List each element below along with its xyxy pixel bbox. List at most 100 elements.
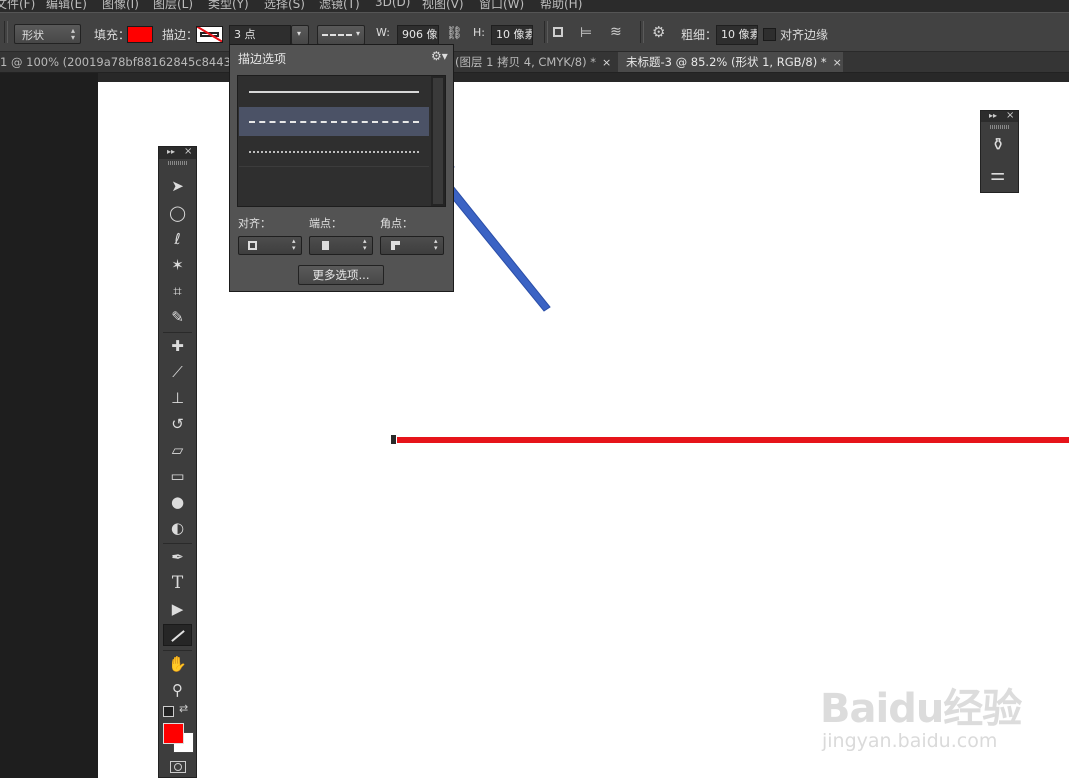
- gear-icon[interactable]: ⚙: [652, 25, 665, 40]
- menu-edit[interactable]: 编辑(E): [46, 0, 87, 12]
- blur-tool-icon[interactable]: ●: [163, 491, 192, 513]
- fill-label: 填充：: [94, 28, 131, 42]
- menu-image[interactable]: 图像(I): [102, 0, 139, 12]
- menu-select[interactable]: 选择(S): [264, 0, 305, 12]
- move-tool-icon[interactable]: ➤: [163, 175, 192, 197]
- tool-separator: [163, 332, 192, 333]
- brush-tool-icon[interactable]: ⟋: [163, 361, 192, 383]
- type-tool-icon[interactable]: T: [163, 572, 192, 594]
- eraser-tool-icon[interactable]: ▱: [163, 439, 192, 461]
- watermark-url: jingyan.baidu.com: [822, 730, 998, 752]
- mode-select[interactable]: 形状 ▴ ▾: [14, 24, 81, 44]
- stroke-style-dotted[interactable]: [239, 137, 429, 166]
- expand-icon[interactable]: ▸▸: [167, 147, 175, 156]
- path-selection-tool-icon[interactable]: ▶: [163, 598, 192, 620]
- panel-grip[interactable]: [168, 161, 187, 165]
- tab-label: 未标题-3 @ 85.2% (形状 1, RGB/8) *: [626, 55, 827, 69]
- menu-view[interactable]: 视图(V): [422, 0, 464, 12]
- menu-window[interactable]: 窗口(W): [479, 0, 524, 12]
- stroke-style-solid[interactable]: [239, 77, 429, 106]
- menu-layer[interactable]: 图层(L): [153, 0, 193, 12]
- close-icon[interactable]: ×: [833, 56, 842, 69]
- more-options-button[interactable]: 更多选项...: [298, 265, 384, 285]
- path-operations-icon[interactable]: [553, 27, 563, 37]
- crop-tool-icon[interactable]: ⌗: [163, 280, 192, 302]
- menu-3d[interactable]: 3D(D): [375, 0, 410, 9]
- list-divider: [239, 166, 429, 167]
- tool-separator: [163, 543, 192, 544]
- default-colors-icon[interactable]: [163, 706, 174, 717]
- menu-file[interactable]: 文件(F): [0, 0, 35, 12]
- gradient-tool-icon[interactable]: ▭: [163, 465, 192, 487]
- menu-filter[interactable]: 滤镜(T): [319, 0, 360, 12]
- stroke-width-dropdown[interactable]: ▾: [291, 25, 309, 45]
- quick-mask-icon[interactable]: [170, 761, 186, 773]
- tab-document-2[interactable]: (图层 1 拷贝 4, CMYK/8) * ×: [452, 52, 619, 72]
- brush-presets-icon[interactable]: ⚱: [991, 135, 1005, 155]
- mode-select-value: 形状: [22, 29, 44, 42]
- tab-document-3[interactable]: 未标题-3 @ 85.2% (形状 1, RGB/8) * ×: [618, 52, 843, 72]
- tools-panel-header[interactable]: ▸▸ ×: [159, 146, 196, 159]
- path-arrangement-icon[interactable]: ≋: [610, 25, 622, 39]
- panel-grip[interactable]: [990, 125, 1009, 129]
- width-input[interactable]: 906 像素: [397, 25, 439, 45]
- height-input[interactable]: 10 像素: [491, 25, 533, 45]
- stroke-slash-icon: [197, 27, 222, 42]
- weight-input[interactable]: 10 像素: [716, 25, 758, 45]
- tab-label: (图层 1 拷贝 4, CMYK/8) *: [455, 55, 596, 69]
- tools-panel: ▸▸ × ➤ ◯ ℓ ✶ ⌗ ✎ ✚ ⟋ ⊥ ↺ ▱ ▭ ● ◐ ✒ T ▶ ✋…: [158, 146, 197, 778]
- butt-cap-icon: [322, 241, 329, 250]
- menu-type[interactable]: 类型(Y): [208, 0, 249, 12]
- updown-icon: ▴ ▾: [363, 237, 367, 252]
- line-tool-icon[interactable]: [163, 624, 192, 646]
- lasso-tool-icon[interactable]: ℓ: [163, 228, 192, 250]
- close-icon[interactable]: ×: [184, 146, 192, 157]
- dock-header[interactable]: ▸▸ ×: [981, 110, 1018, 122]
- stroke-type-dropdown[interactable]: ▾: [317, 25, 365, 45]
- caps-label: 端点：: [309, 217, 342, 230]
- brush-settings-icon[interactable]: ⚌: [990, 165, 1005, 185]
- path-alignment-icon[interactable]: ⊨: [580, 26, 592, 40]
- history-brush-tool-icon[interactable]: ↺: [163, 413, 192, 435]
- magic-wand-tool-icon[interactable]: ✶: [163, 254, 192, 276]
- stroke-width-input[interactable]: 3 点: [229, 25, 291, 45]
- corners-dropdown[interactable]: ▴ ▾: [380, 236, 444, 255]
- gear-icon[interactable]: ⚙▾: [431, 49, 448, 63]
- bar-separator: [4, 21, 8, 43]
- caps-dropdown[interactable]: ▴ ▾: [309, 236, 373, 255]
- document-tab-bar: 1 @ 100% (20019a78bf88162845c8443f65 (图层…: [0, 52, 1069, 73]
- link-icon[interactable]: ⛓: [446, 27, 463, 41]
- stroke-list-scrollbar[interactable]: [431, 76, 445, 206]
- dotted-line-icon: [249, 151, 419, 153]
- pen-tool-icon[interactable]: ✒: [163, 546, 192, 568]
- stroke-style-dashed[interactable]: [239, 107, 429, 136]
- zoom-tool-icon[interactable]: ⚲: [163, 679, 192, 701]
- anchor-point-handle[interactable]: [390, 434, 397, 445]
- align-edges-checkbox[interactable]: [763, 28, 776, 41]
- tool-separator: [163, 650, 192, 651]
- updown-icon: ▴ ▾: [292, 237, 296, 252]
- clone-stamp-tool-icon[interactable]: ⊥: [163, 387, 192, 409]
- tab-document-1[interactable]: 1 @ 100% (20019a78bf88162845c8443f65: [0, 52, 236, 72]
- stroke-swatch[interactable]: [196, 26, 223, 43]
- line-shape[interactable]: [394, 437, 1069, 443]
- healing-brush-tool-icon[interactable]: ✚: [163, 335, 192, 357]
- foreground-color-swatch[interactable]: [163, 723, 184, 744]
- line-glyph: [171, 630, 185, 642]
- close-icon[interactable]: ×: [1006, 110, 1014, 121]
- watermark-brand: Baidu经验: [820, 686, 1022, 732]
- menu-help[interactable]: 帮助(H): [540, 0, 582, 12]
- dodge-tool-icon[interactable]: ◐: [163, 517, 192, 539]
- elliptical-marquee-tool-icon[interactable]: ◯: [163, 202, 192, 224]
- dashed-line-icon: [249, 121, 419, 123]
- stroke-label: 描边：: [162, 28, 199, 42]
- close-icon[interactable]: ×: [602, 56, 611, 69]
- fill-swatch[interactable]: [127, 26, 153, 43]
- align-dropdown[interactable]: ▴ ▾: [238, 236, 302, 255]
- eyedropper-tool-icon[interactable]: ✎: [163, 306, 192, 328]
- stroke-style-list[interactable]: [237, 75, 446, 207]
- hand-tool-icon[interactable]: ✋: [163, 653, 192, 675]
- swap-colors-icon[interactable]: ⇄: [179, 702, 188, 715]
- options-bar: 形状 ▴▾ 填充： 描边： 3 点 ▾ ▾ W: 906 像素 ⛓ H: 10 …: [0, 12, 1069, 52]
- expand-icon[interactable]: ▸▸: [989, 111, 997, 120]
